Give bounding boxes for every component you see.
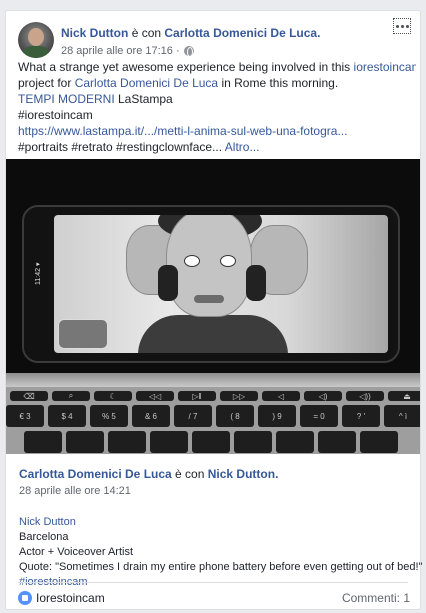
avatar-shirt <box>22 46 50 58</box>
post-author-line: Nick Dutton è con Carlotta Domenici De L… <box>61 26 320 41</box>
keyboard-key: ⌕ <box>52 391 90 401</box>
footer-divider <box>18 582 408 583</box>
post-card: Nick Dutton è con Carlotta Domenici De L… <box>5 10 423 610</box>
dot-icon <box>395 24 399 28</box>
dot-icon <box>400 24 404 28</box>
comments-count-link[interactable]: Commenti: 1 <box>342 591 410 605</box>
mention-link-tempi-moderni[interactable]: TEMPI MODERNI <box>18 92 115 106</box>
keyboard-key <box>360 431 398 453</box>
shared-tagged-link[interactable]: Nick Dutton. <box>208 467 279 481</box>
post-photo[interactable]: 11:42 ▾ ⌫ ⌕ ☾ ◁◁ ▷‖ ▷▷ ◁ ◁) ◁)) ⏏ € 3 $ … <box>6 159 420 454</box>
like-icon <box>18 591 32 605</box>
keyboard-key: ▷‖ <box>178 391 216 401</box>
post-text: What a strange yet awesome experience be… <box>18 59 416 155</box>
text-segment: LaStampa <box>114 92 173 106</box>
text-line-3: TEMPI MODERNI LaStampa <box>18 91 416 107</box>
text-segment: in Rome this morning. <box>218 76 339 90</box>
keyboard-key <box>234 431 272 453</box>
text-line-2: project for Carlotta Domenici De Luca in… <box>18 75 416 91</box>
person-mouth <box>194 295 224 303</box>
keyboard-key: ☾ <box>94 391 132 401</box>
keyboard-key <box>150 431 188 453</box>
shared-text: Nick Dutton Barcelona Actor + Voiceover … <box>19 515 423 590</box>
post-timestamp[interactable]: 28 aprile alle ore 17:16 · <box>61 44 180 58</box>
keyboard-key: ( 8 <box>216 405 254 427</box>
shared-name-link[interactable]: Nick Dutton <box>19 516 76 528</box>
author-name-link[interactable]: Nick Dutton <box>61 26 128 40</box>
keyboard-key <box>318 431 356 453</box>
keyboard-key: ◁ <box>262 391 300 401</box>
mention-link-carlotta[interactable]: Carlotta Domenici De Luca <box>75 76 218 90</box>
see-more-link[interactable]: Altro... <box>225 140 260 154</box>
function-key-row: ⌫ ⌕ ☾ ◁◁ ▷‖ ▷▷ ◁ ◁) ◁)) ⏏ <box>10 391 420 401</box>
phone-screen <box>54 215 388 353</box>
shared-quote: Quote: "Sometimes I drain my entire phon… <box>19 561 423 573</box>
keyboard-key <box>192 431 230 453</box>
text-line-6: #portraits #retrato #restingclownface...… <box>18 139 416 155</box>
keyboard-key: $ 4 <box>48 405 86 427</box>
text-segment: What a strange yet awesome experience be… <box>18 60 354 74</box>
keyboard-key: ^ ì <box>384 405 420 427</box>
keyboard-key <box>108 431 146 453</box>
keyboard-key <box>276 431 314 453</box>
laptop-edge <box>6 373 420 387</box>
keyboard-key: ⌫ <box>10 391 48 401</box>
with-text: è con <box>131 26 162 40</box>
shared-author-link[interactable]: Carlotta Domenici De Luca <box>19 467 172 481</box>
keyboard-key: ◁)) <box>346 391 384 401</box>
article-url-link[interactable]: https://www.lastampa.it/.../metti-l-anim… <box>18 124 347 138</box>
person-shirt <box>138 315 288 353</box>
keyboard-key: & 6 <box>132 405 170 427</box>
keyboard-key: ) 9 <box>258 405 296 427</box>
shared-post: Carlotta Domenici De Luca è con Nick Dut… <box>19 466 423 590</box>
person-eye-right <box>220 255 236 267</box>
laptop-keyboard: ⌫ ⌕ ☾ ◁◁ ▷‖ ▷▷ ◁ ◁) ◁)) ⏏ € 3 $ 4 % 5 & … <box>6 387 420 454</box>
headphone-right <box>246 265 266 301</box>
person-eye-left <box>184 255 200 267</box>
headphone-left <box>158 265 178 301</box>
globe-icon[interactable] <box>183 46 194 57</box>
text-segment: #portraits #retrato #restingclownface... <box>18 140 225 154</box>
phone-image: 11:42 ▾ <box>22 205 400 363</box>
author-avatar[interactable] <box>18 22 54 58</box>
text-line-4: #iorestoincam <box>18 108 93 122</box>
keyboard-key: = 0 <box>300 405 338 427</box>
text-line-1: What a strange yet awesome experience be… <box>18 59 416 75</box>
hashtag-link-iorestoincam[interactable]: iorestoincam <box>354 60 416 74</box>
keyboard-key: ◁◁ <box>136 391 174 401</box>
keyboard-key <box>24 431 62 453</box>
keyboard-key: € 3 <box>6 405 44 427</box>
tagged-person-link[interactable]: Carlotta Domenici De Luca. <box>164 26 320 40</box>
letter-key-row <box>24 431 398 453</box>
keyboard-key <box>66 431 104 453</box>
with-text: è con <box>175 467 205 481</box>
keyboard-key: % 5 <box>90 405 128 427</box>
reaction-name: Iorestoincam <box>36 591 105 605</box>
shared-role: Actor + Voiceover Artist <box>19 546 134 558</box>
post-meta: 28 aprile alle ore 17:16 · <box>61 44 194 58</box>
more-options-button[interactable] <box>393 18 411 34</box>
number-key-row: € 3 $ 4 % 5 & 6 / 7 ( 8 ) 9 = 0 ? ' ^ ì <box>6 405 420 427</box>
keyboard-key: ▷▷ <box>220 391 258 401</box>
reactions-summary[interactable]: Iorestoincam <box>18 591 105 605</box>
shared-timestamp[interactable]: 28 aprile alle ore 14:21 <box>19 484 414 499</box>
avatar-face <box>28 28 44 46</box>
text-segment: project for <box>18 76 75 90</box>
shared-city: Barcelona <box>19 531 69 543</box>
keyboard-key: ⏏ <box>388 391 420 401</box>
post-footer: Iorestoincam Commenti: 1 <box>18 589 410 607</box>
self-view-inset <box>58 319 108 349</box>
shared-author-line: Carlotta Domenici De Luca è con Nick Dut… <box>19 466 414 482</box>
keyboard-key: ? ' <box>342 405 380 427</box>
text-line-5: https://www.lastampa.it/.../metti-l-anim… <box>18 123 416 139</box>
dot-icon <box>405 24 409 28</box>
phone-status-time: 11:42 ▾ <box>35 262 42 285</box>
keyboard-key: / 7 <box>174 405 212 427</box>
keyboard-key: ◁) <box>304 391 342 401</box>
